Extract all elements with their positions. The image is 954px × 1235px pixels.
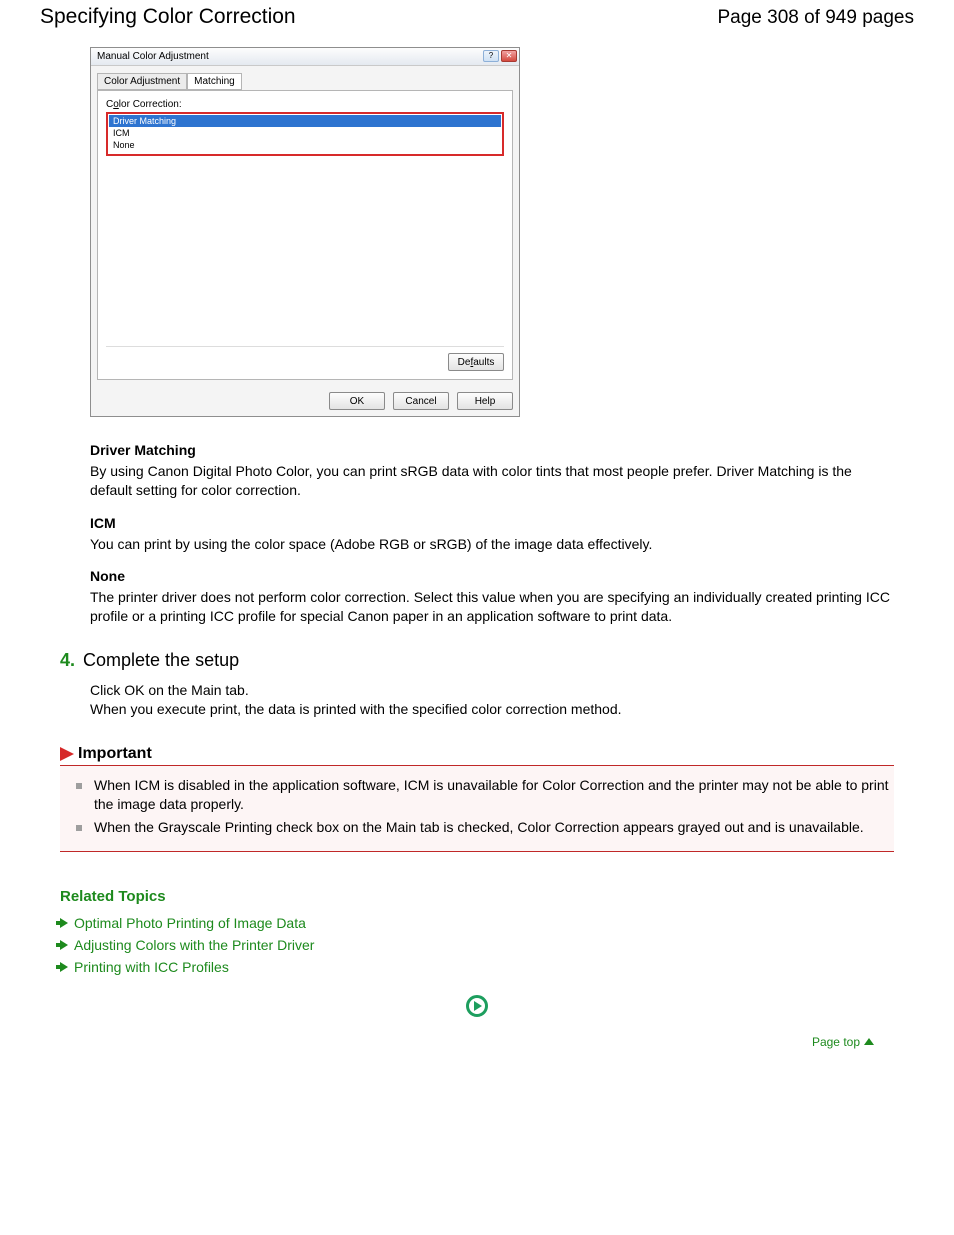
link-label: Printing with ICC Profiles xyxy=(74,959,229,975)
important-note-2: When the Grayscale Printing check box on… xyxy=(90,818,892,837)
step-line-2: When you execute print, the data is prin… xyxy=(90,700,914,719)
color-correction-label: Color Correction: xyxy=(106,99,504,110)
related-topics-heading: Related Topics xyxy=(60,888,894,905)
flag-icon xyxy=(60,747,74,761)
page-top-link[interactable]: Page top xyxy=(812,1035,874,1049)
arrow-up-icon xyxy=(864,1038,874,1045)
arrow-right-icon xyxy=(60,940,68,950)
play-icon[interactable] xyxy=(466,995,488,1017)
link-optimal-photo-printing[interactable]: Optimal Photo Printing of Image Data xyxy=(60,915,894,931)
defaults-button[interactable]: Defaults xyxy=(448,353,504,371)
manual-color-adjustment-dialog: Manual Color Adjustment ? ✕ Color Adjust… xyxy=(90,47,520,417)
arrow-right-icon xyxy=(60,962,68,972)
tab-matching[interactable]: Matching xyxy=(187,73,242,90)
term-icm: ICM xyxy=(90,514,894,533)
important-heading: Important xyxy=(78,745,152,763)
link-label: Optimal Photo Printing of Image Data xyxy=(74,915,306,931)
color-correction-listbox[interactable]: Driver Matching ICM None xyxy=(106,112,504,156)
link-label: Adjusting Colors with the Printer Driver xyxy=(74,937,314,953)
arrow-right-icon xyxy=(60,918,68,928)
link-adjusting-colors[interactable]: Adjusting Colors with the Printer Driver xyxy=(60,937,894,953)
step-number: 4. xyxy=(60,650,75,671)
close-icon[interactable]: ✕ xyxy=(501,50,517,62)
cancel-button[interactable]: Cancel xyxy=(393,392,449,410)
page-counter: Page 308 of 949 pages xyxy=(717,7,914,29)
page-title: Specifying Color Correction xyxy=(40,5,296,29)
option-icm[interactable]: ICM xyxy=(109,127,501,139)
desc-none: The printer driver does not perform colo… xyxy=(90,588,894,626)
desc-driver-matching: By using Canon Digital Photo Color, you … xyxy=(90,462,894,500)
dialog-title: Manual Color Adjustment xyxy=(97,51,209,62)
help-button[interactable]: Help xyxy=(457,392,513,410)
step-title: Complete the setup xyxy=(83,650,239,671)
option-none[interactable]: None xyxy=(109,139,501,151)
matching-tab-panel: Color Correction: Driver Matching ICM No… xyxy=(97,90,513,380)
term-driver-matching: Driver Matching xyxy=(90,441,894,460)
help-window-icon[interactable]: ? xyxy=(483,50,499,62)
option-driver-matching[interactable]: Driver Matching xyxy=(109,115,501,127)
step-line-1: Click OK on the Main tab. xyxy=(90,681,914,700)
ok-button[interactable]: OK xyxy=(329,392,385,410)
dialog-titlebar: Manual Color Adjustment ? ✕ xyxy=(91,48,519,66)
page-top-label: Page top xyxy=(812,1035,860,1049)
desc-icm: You can print by using the color space (… xyxy=(90,535,894,554)
important-callout: Important When ICM is disabled in the ap… xyxy=(60,745,894,852)
tab-color-adjustment[interactable]: Color Adjustment xyxy=(97,73,187,90)
term-none: None xyxy=(90,567,894,586)
important-note-1: When ICM is disabled in the application … xyxy=(90,776,892,814)
link-printing-icc-profiles[interactable]: Printing with ICC Profiles xyxy=(60,959,894,975)
